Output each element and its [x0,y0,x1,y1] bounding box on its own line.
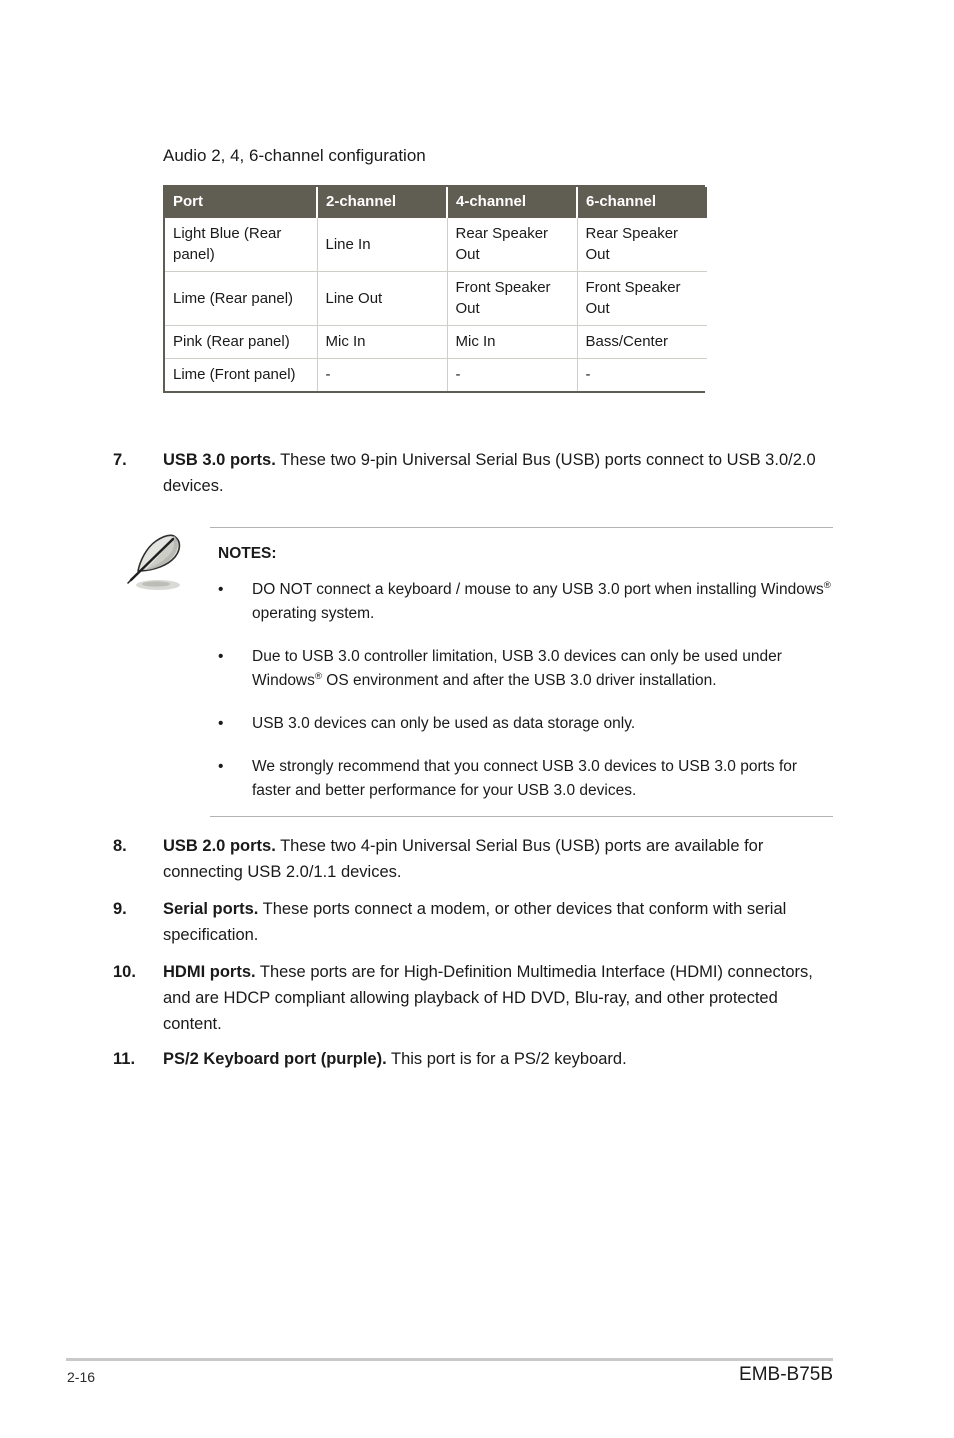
item-title: USB 2.0 ports. [163,837,276,855]
note-text-after: OS environment and after the USB 3.0 dri… [321,672,717,689]
column-header-port: Port [165,187,318,218]
list-item-8: 8. USB 2.0 ports. These two 4-pin Univer… [113,833,825,885]
item-text: This port is for a PS/2 keyboard. [386,1050,627,1068]
cell-port: Lime (Rear panel) [165,271,318,326]
cell-4-channel: - [447,358,578,391]
bullet-icon: • [218,758,224,775]
notes-top-divider [210,527,833,528]
note-bullet-item: • We strongly recommend that you connect… [210,755,833,803]
note-text-after: operating system. [252,605,375,622]
cell-6-channel: Rear Speaker Out [577,218,707,272]
item-body: USB 2.0 ports. These two 4-pin Universal… [163,833,825,885]
cell-2-channel: - [317,358,448,391]
note-text-before: USB 3.0 devices can only be used as data… [252,715,636,732]
cell-4-channel: Front Speaker Out [447,271,578,326]
registered-mark-icon: ® [314,670,322,682]
cell-6-channel: - [577,358,707,391]
table-header-row: Port 2-channel 4-channel 6-channel [165,187,707,218]
note-text-before: We strongly recommend that you connect U… [252,758,798,799]
cell-2-channel: Line In [317,218,448,272]
cell-port: Light Blue (Rear panel) [165,218,318,272]
list-item-7: 7. USB 3.0 ports. These two 9-pin Univer… [113,447,825,499]
notes-title: NOTES: [218,545,277,562]
section-caption: Audio 2, 4, 6-channel configuration [163,146,426,165]
cell-2-channel: Mic In [317,325,448,359]
audio-configuration-table: Port 2-channel 4-channel 6-channel Light… [163,185,707,393]
cell-4-channel: Mic In [447,325,578,359]
bullet-icon: • [218,581,224,598]
item-number: 7. [113,451,127,469]
footer-model-name: EMB-B75B [739,1364,833,1385]
column-header-4-channel: 4-channel [447,187,578,218]
cell-port: Pink (Rear panel) [165,325,318,359]
table-row: Lime (Rear panel) Line Out Front Speaker… [165,271,707,326]
note-bullet-item: • USB 3.0 devices can only be used as da… [210,712,833,736]
item-title: Serial ports. [163,900,259,918]
notes-list: • DO NOT connect a keyboard / mouse to a… [210,578,833,803]
note-bullet-item: • DO NOT connect a keyboard / mouse to a… [210,578,833,626]
table-row: Pink (Rear panel) Mic In Mic In Bass/Cen… [165,325,707,359]
bullet-icon: • [218,648,224,665]
registered-mark-icon: ® [823,579,831,591]
document-page: Audio 2, 4, 6-channel configuration Port… [0,0,954,1438]
list-item-11: 11. PS/2 Keyboard port (purple). This po… [113,1046,825,1072]
item-title: USB 3.0 ports. [163,451,276,469]
cell-6-channel: Front Speaker Out [577,271,707,326]
item-body: Serial ports. These ports connect a mode… [163,896,825,948]
table-row: Lime (Front panel) - - - [165,358,707,391]
list-item-10: 10. HDMI ports. These ports are for High… [113,959,825,1037]
cell-port: Lime (Front panel) [165,358,318,391]
cell-4-channel: Rear Speaker Out [447,218,578,272]
item-number: 11. [113,1050,136,1068]
item-number: 8. [113,837,127,855]
item-number: 9. [113,900,127,918]
footer-divider [66,1358,833,1361]
item-title: PS/2 Keyboard port (purple). [163,1050,387,1068]
table-row: Light Blue (Rear panel) Line In Rear Spe… [165,218,707,272]
item-number: 10. [113,963,136,981]
item-text: These ports are for High-Definition Mult… [163,963,813,1033]
notes-callout: NOTES: • DO NOT connect a keyboard / mou… [210,527,833,817]
column-header-6-channel: 6-channel [577,187,707,218]
item-body: USB 3.0 ports. These two 9-pin Universal… [163,447,825,499]
column-header-2-channel: 2-channel [317,187,448,218]
feather-quill-icon [122,530,194,594]
item-body: PS/2 Keyboard port (purple). This port i… [163,1046,825,1072]
bullet-icon: • [218,715,224,732]
cell-6-channel: Bass/Center [577,325,707,359]
cell-2-channel: Line Out [317,271,448,326]
list-item-9: 9. Serial ports. These ports connect a m… [113,896,825,948]
item-body: HDMI ports. These ports are for High-Def… [163,959,825,1037]
note-text-before: DO NOT connect a keyboard / mouse to any… [252,581,824,598]
notes-bottom-divider [210,816,833,817]
item-title: HDMI ports. [163,963,256,981]
note-bullet-item: • Due to USB 3.0 controller limitation, … [210,645,833,693]
